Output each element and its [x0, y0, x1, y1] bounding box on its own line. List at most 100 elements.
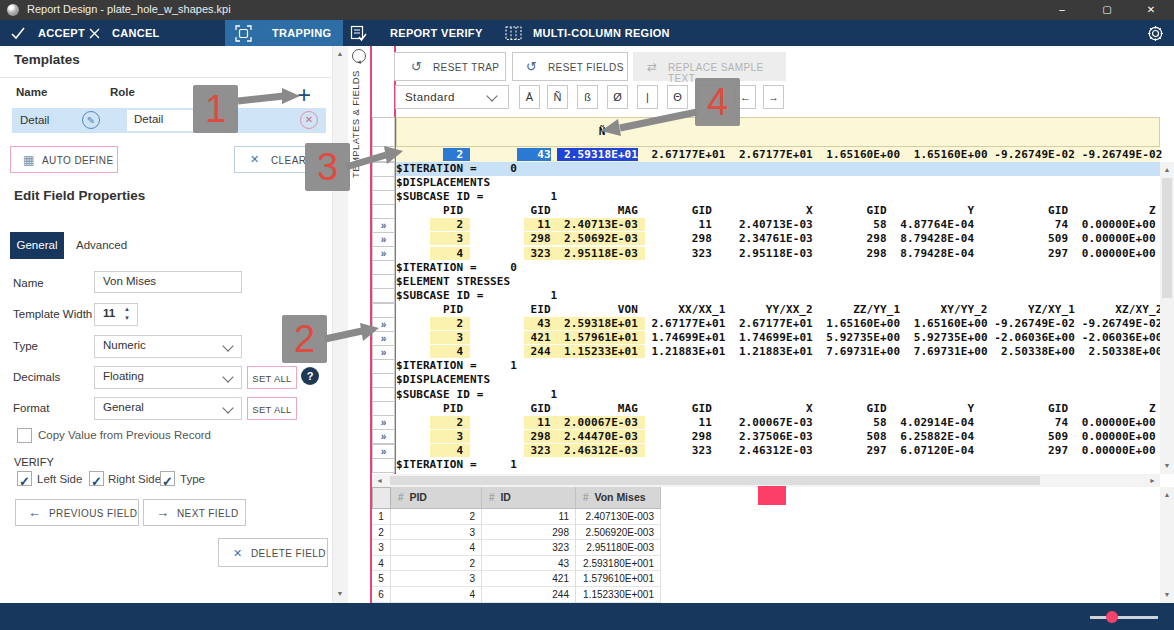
left-panel-scrollbar[interactable]: [332, 46, 348, 603]
char-button-Ā[interactable]: Ā: [519, 85, 540, 109]
table-cell[interactable]: 3: [391, 571, 482, 587]
gutter-cell[interactable]: »: [372, 218, 395, 233]
edit-template-icon[interactable]: ✎: [82, 111, 100, 129]
table-cell[interactable]: 11: [482, 509, 576, 525]
table-cell[interactable]: 2.593180E+001: [576, 556, 661, 572]
format-select[interactable]: General: [94, 397, 242, 420]
name-input[interactable]: Von Mises: [94, 271, 242, 293]
table-cell[interactable]: 298: [482, 525, 576, 541]
report-line[interactable]: 4 323 2.46312E-03 323 2.46312E-03 297 6.…: [396, 444, 1160, 458]
scroll-up-icon[interactable]: ▲: [333, 48, 347, 60]
reset-fields-button[interactable]: ↺ RESET FIELDS: [512, 52, 628, 81]
reset-trap-button[interactable]: ↺ RESET TRAP: [394, 52, 506, 81]
settings-gear-icon[interactable]: [1146, 24, 1165, 43]
tab-general[interactable]: General: [10, 232, 64, 259]
report-line[interactable]: $ELEMENT STRESSES: [396, 275, 1160, 289]
report-text[interactable]: $ITERATION = 0$DISPLACEMENTS$SUBCASE ID …: [396, 162, 1160, 473]
gutter-cell[interactable]: [372, 401, 395, 416]
char-button-|[interactable]: |: [637, 85, 658, 109]
report-line[interactable]: $SUBCASE ID = 1: [396, 289, 1160, 303]
gutter-cell[interactable]: [372, 146, 395, 162]
report-line[interactable]: $ITERATION = 0: [396, 261, 1160, 275]
char-button-→[interactable]: →: [763, 85, 784, 109]
table-cell[interactable]: 421: [482, 571, 576, 587]
trap-header-band[interactable]: Ñ: [396, 117, 1160, 147]
replace-sample-text-button[interactable]: ⇄ REPLACE SAMPLE TEXT: [633, 52, 786, 81]
tab-advanced[interactable]: Advanced: [76, 239, 127, 251]
scroll-right-icon[interactable]: ►: [1146, 476, 1159, 486]
gutter-cell[interactable]: [372, 190, 395, 205]
gutter-cell[interactable]: [372, 359, 395, 374]
gutter-cell[interactable]: »: [372, 331, 395, 346]
template-width-stepper[interactable]: 11: [94, 303, 138, 326]
verify-left-side-checkbox[interactable]: ✓: [17, 471, 32, 486]
previous-field-button[interactable]: ← PREVIOUS FIELD: [15, 499, 139, 526]
table-cell[interactable]: 244: [482, 587, 576, 603]
report-line[interactable]: PID GID MAG GID X GID Y GID Z: [396, 204, 1160, 218]
report-line[interactable]: 2 43 2.59318E+01 2.67177E+01 2.67177E+01…: [396, 317, 1160, 331]
scroll-down-icon[interactable]: ▼: [1160, 589, 1174, 601]
minimize-button[interactable]: –: [1045, 0, 1079, 20]
char-button-ß[interactable]: ß: [577, 85, 598, 109]
auto-define-button[interactable]: ▦ AUTO DEFINE: [10, 146, 118, 173]
close-button[interactable]: ✕: [1134, 0, 1168, 20]
table-cell[interactable]: 1.152330E+001: [576, 587, 661, 603]
report-line[interactable]: $ITERATION = 1: [396, 359, 1160, 373]
report-line[interactable]: 3 298 2.44470E-03 298 2.37506E-03 508 6.…: [396, 430, 1160, 444]
table-header-id[interactable]: # ID: [482, 487, 576, 509]
gutter-cell[interactable]: [372, 373, 395, 388]
gutter-cell[interactable]: »: [372, 246, 395, 261]
format-set-all-button[interactable]: SET ALL: [247, 397, 297, 420]
report-line[interactable]: $DISPLACEMENTS: [396, 373, 1160, 387]
report-line[interactable]: PID EID VON XX/XX_1 YY/XX_2 ZZ/YY_1 XY/Y…: [396, 303, 1160, 317]
cancel-button[interactable]: CANCEL: [112, 20, 160, 46]
table-row-number[interactable]: 6: [372, 587, 391, 603]
h-scroll-thumb[interactable]: [390, 476, 1040, 485]
tab-report-verify[interactable]: REPORT VERIFY: [390, 20, 483, 46]
scroll-left-icon[interactable]: ◄: [373, 476, 386, 486]
remove-template-icon[interactable]: ✕: [300, 111, 318, 129]
help-icon[interactable]: ?: [301, 367, 319, 385]
table-cell[interactable]: 1.579610E+001: [576, 571, 661, 587]
scroll-down-icon[interactable]: ▼: [1160, 460, 1174, 472]
v-scroll-thumb[interactable]: [1162, 178, 1172, 298]
pin-icon[interactable]: ◂: [352, 49, 366, 63]
report-line[interactable]: $ITERATION = 1: [396, 458, 1160, 472]
gutter-cell[interactable]: [372, 288, 395, 303]
table-cell[interactable]: 43: [482, 556, 576, 572]
gutter-cell[interactable]: »: [372, 429, 395, 444]
stepper-arrows[interactable]: ▲▼: [124, 305, 130, 323]
report-line[interactable]: $SUBCASE ID = 1: [396, 190, 1160, 204]
gutter-cell[interactable]: [372, 162, 395, 177]
table-cell[interactable]: 4: [391, 587, 482, 603]
report-line[interactable]: $DISPLACEMENTS: [396, 176, 1160, 190]
gutter-cell[interactable]: [372, 204, 395, 219]
gutter-cell[interactable]: [372, 176, 395, 191]
gutter-cell[interactable]: [372, 303, 395, 318]
gutter-cell[interactable]: [372, 117, 395, 147]
char-button-Ñ[interactable]: Ñ: [547, 85, 568, 109]
tab-multi-column-region[interactable]: MULTI-COLUMN REGION: [533, 20, 670, 46]
verify-type-checkbox[interactable]: ✓: [160, 471, 175, 486]
report-line[interactable]: 2 11 2.40713E-03 11 2.40713E-03 58 4.877…: [396, 218, 1160, 232]
type-select[interactable]: Numeric: [94, 335, 242, 358]
decimals-select[interactable]: Floating: [94, 366, 242, 389]
gutter-cell[interactable]: [372, 458, 395, 473]
add-template-button[interactable]: +: [297, 81, 311, 109]
table-cell[interactable]: 2: [391, 556, 482, 572]
table-header-pid[interactable]: # PID: [391, 487, 482, 509]
copy-value-checkbox[interactable]: [17, 428, 32, 443]
table-cell[interactable]: 2.407130E-003: [576, 509, 661, 525]
table-row-number[interactable]: 4: [372, 556, 391, 572]
report-line[interactable]: $SUBCASE ID = 1: [396, 388, 1160, 402]
zoom-slider-thumb[interactable]: [1106, 611, 1118, 623]
scroll-up-icon[interactable]: ▲: [1160, 489, 1174, 501]
table-cell[interactable]: 4: [391, 540, 482, 556]
decimals-set-all-button[interactable]: SET ALL: [247, 366, 297, 389]
gutter-cell[interactable]: [372, 387, 395, 402]
table-row-number[interactable]: 2: [372, 525, 391, 541]
gutter-cell[interactable]: »: [372, 317, 395, 332]
gutter-cell[interactable]: »: [372, 345, 395, 360]
maximize-button[interactable]: ▢: [1090, 0, 1124, 20]
table-cell[interactable]: 323: [482, 540, 576, 556]
